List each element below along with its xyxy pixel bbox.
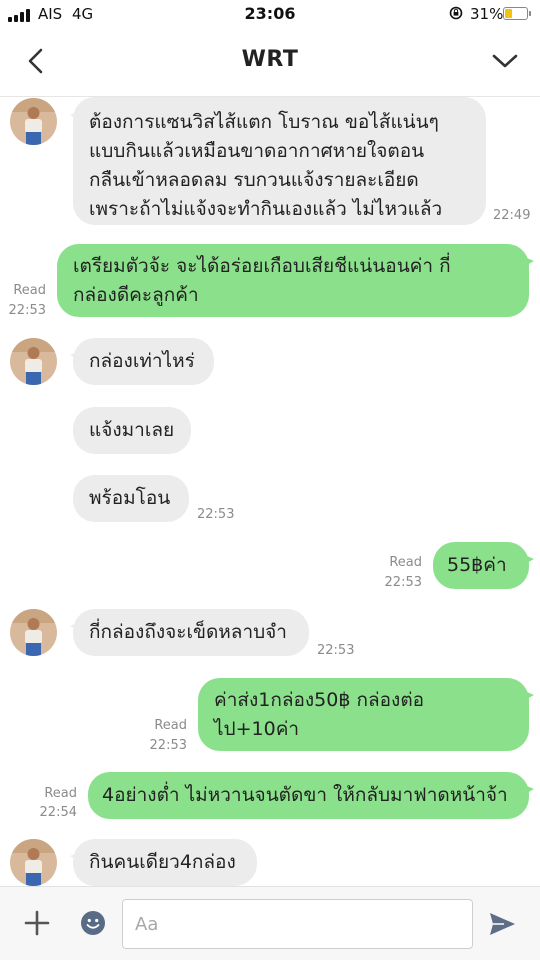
message-bubble[interactable]: เตรียมตัวจ้ะ จะได้อร่อยเกือบเสียชีแน่นอน… xyxy=(57,244,529,317)
avatar[interactable] xyxy=(10,839,57,886)
message-bubble[interactable]: กล่องเท่าไหร่ xyxy=(73,338,214,385)
message-composer xyxy=(0,886,540,960)
message-bubble[interactable]: ค่าส่ง1กล่อง50฿ กล่องต่อ ไป+10ค่า xyxy=(198,678,529,751)
rotation-lock-icon xyxy=(449,6,463,20)
message-line: เพราะถ้าไม่แจ้งจะทำกินเองแล้ว ไม่ไหวแล้ว xyxy=(89,198,443,220)
bubble-tail xyxy=(520,689,534,703)
chat-screen: AIS 4G 23:06 31% WRT ต้องการแซนวิสไส้แตก… xyxy=(0,0,540,960)
message-line: 55฿ค่า xyxy=(447,554,507,576)
chat-title: WRT xyxy=(241,47,299,72)
read-receipt: Read xyxy=(154,718,187,733)
message-line: กินคนเดียว4กล่อง xyxy=(89,851,236,873)
message-input[interactable] xyxy=(122,899,473,949)
plus-icon[interactable] xyxy=(24,910,50,936)
read-receipt: Read xyxy=(389,555,422,570)
message-bubble[interactable]: กี่กล่องถึงจะเข็ดหลาบจำ xyxy=(73,609,309,656)
message-time: 22:53 xyxy=(8,303,46,318)
message-time: 22:53 xyxy=(384,575,422,590)
read-receipt: Read xyxy=(44,786,77,801)
avatar[interactable] xyxy=(10,609,57,656)
message-line: ค่าส่ง1กล่อง50฿ กล่องต่อ xyxy=(214,689,425,711)
avatar[interactable] xyxy=(10,98,57,145)
read-receipt: Read xyxy=(13,283,46,298)
battery-percent: 31% xyxy=(470,5,504,23)
message-time: 22:53 xyxy=(197,507,235,522)
message-line: 4อย่างต่ำ ไม่หวานจนตัดขา ให้กลับมาฟาดหน้… xyxy=(102,784,508,806)
message-line: กล่องเท่าไหร่ xyxy=(89,350,195,372)
avatar[interactable] xyxy=(10,338,57,385)
chat-header: WRT xyxy=(0,30,540,97)
message-line: แบบกินแล้วเหมือนขาดอากาศหายใจตอน xyxy=(89,140,425,162)
message-bubble[interactable]: 55฿ค่า xyxy=(433,542,529,589)
message-time: 22:54 xyxy=(39,805,77,820)
message-bubble[interactable]: พร้อมโอน xyxy=(73,475,189,522)
message-line: พร้อมโอน xyxy=(89,487,171,509)
message-line: ต้องการแซนวิสไส้แตก โบราณ ขอไส้แน่นๆ xyxy=(89,111,439,133)
message-line: ไป+10ค่า xyxy=(214,718,300,740)
emoji-icon[interactable] xyxy=(80,910,106,936)
message-list[interactable]: ต้องการแซนวิสไส้แตก โบราณ ขอไส้แน่นๆ แบบ… xyxy=(0,97,540,886)
message-time: 22:53 xyxy=(317,643,355,658)
message-time: 22:53 xyxy=(149,738,187,753)
message-bubble[interactable]: 4อย่างต่ำ ไม่หวานจนตัดขา ให้กลับมาฟาดหน้… xyxy=(88,772,529,819)
message-line: กล่องดีคะลูกค้า xyxy=(73,284,199,306)
bubble-tail xyxy=(520,255,534,269)
message-bubble[interactable]: กินคนเดียว4กล่อง xyxy=(73,839,257,886)
chevron-down-icon[interactable] xyxy=(490,48,520,74)
message-time: 22:49 xyxy=(493,208,531,223)
send-icon[interactable] xyxy=(487,909,517,939)
status-bar: AIS 4G 23:06 31% xyxy=(0,0,540,30)
message-line: กี่กล่องถึงจะเข็ดหลาบจำ xyxy=(89,621,287,643)
message-bubble[interactable]: แจ้งมาเลย xyxy=(73,407,191,454)
message-line: แจ้งมาเลย xyxy=(89,419,175,441)
bubble-tail xyxy=(520,783,534,797)
message-line: เตรียมตัวจ้ะ จะได้อร่อยเกือบเสียชีแน่นอน… xyxy=(73,255,451,277)
message-line: กลืนเข้าหลอดลม รบกวนแจ้งรายละเอียด xyxy=(89,169,419,191)
battery-icon xyxy=(503,7,531,20)
message-bubble[interactable]: ต้องการแซนวิสไส้แตก โบราณ ขอไส้แน่นๆ แบบ… xyxy=(73,97,486,225)
bubble-tail xyxy=(520,553,534,567)
